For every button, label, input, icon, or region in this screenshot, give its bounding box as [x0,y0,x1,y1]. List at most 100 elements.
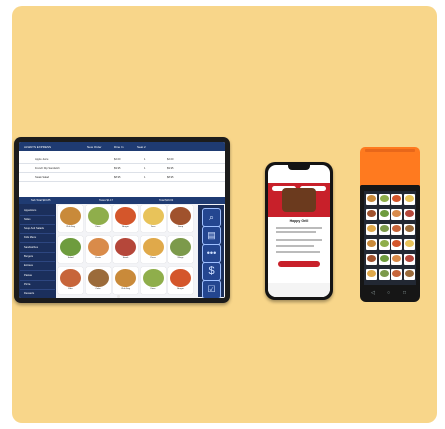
pos-menu-tile[interactable] [378,269,390,280]
category-label: Entrees [24,264,33,268]
receipt-icon[interactable]: ▤ [202,226,221,245]
dollar-icon[interactable]: $ [202,262,221,281]
pos-menu-tile[interactable] [378,224,390,235]
subtotal-label: Sub Total $16.85 [31,199,51,202]
item-total: $8.95 [167,175,174,179]
phone-screen: Happy Grill [268,165,330,297]
back-icon[interactable]: ◁ [371,290,375,296]
table-row[interactable]: Steak Salad $8.95 1 $8.95 [19,173,225,182]
pos-menu-tile[interactable] [403,269,415,280]
table-row[interactable]: Apple Juice $2.00 1 $2.00 [19,155,225,164]
pos-menu-tile[interactable] [378,239,390,250]
menu-item-card[interactable]: Pasta [85,236,111,263]
food-photo [87,238,109,256]
pos-menu-tile[interactable] [391,269,402,280]
item-qty: 1 [144,175,146,179]
category-label: Burgers [24,255,34,258]
new-order-tab[interactable]: New Order [87,145,102,149]
pos-menu-tile[interactable] [366,209,377,220]
pos-menu-tile[interactable] [403,239,415,250]
item-total: $2.00 [167,157,174,161]
item-qty: 1 [144,166,146,170]
category-label: Sandwiches [24,245,38,249]
pos-menu-tile[interactable] [391,224,402,235]
home-icon[interactable]: ○ [387,290,390,296]
menu-item-card[interactable]: Chili Dog [113,267,138,294]
pos-menu-tile[interactable] [403,209,415,220]
food-photo [367,195,376,202]
pos-nav-bar: ◁ ○ □ [360,287,420,299]
tablet-device: ALWAYS EXPRESS New Order Dine In Seat 2 … [14,137,230,303]
pos-menu-tile[interactable] [391,254,402,265]
food-photo [60,207,81,225]
category-label: Kids Menu [24,236,37,240]
pos-menu-tile[interactable] [391,239,402,250]
recents-icon[interactable]: □ [403,290,406,296]
menu-item-card[interactable]: Ribs [58,267,83,294]
menu-item-label: Steak [122,257,129,259]
tablet-camera [117,295,120,298]
pos-menu-tile[interactable] [378,254,390,265]
menu-item-card[interactable]: Wings [168,236,193,263]
food-photo [392,255,401,262]
menu-item-card[interactable]: Burger [168,267,193,294]
menu-item-card[interactable]: Taco [140,205,166,232]
food-photo [170,238,191,256]
pos-menu-tile[interactable] [378,209,390,220]
food-photo [379,270,389,277]
action-sidebar: ⌕ ▤ ••• $ ☑ [198,205,224,298]
order-table: Apple Juice $2.00 1 $2.00 French Dip San… [19,151,225,197]
food-photo [367,255,376,262]
phone-notch [288,165,310,170]
menu-item-card[interactable]: Soup [168,205,193,232]
info-line [276,239,322,241]
item-total: $9.95 [167,166,174,170]
more-icon[interactable]: ••• [202,244,221,263]
dine-in-tab[interactable]: Dine In [114,145,124,149]
food-photo [367,210,376,217]
menu-item-card[interactable]: Steak [113,236,138,263]
menu-item-card[interactable]: Salad [58,236,83,263]
menu-item-card[interactable]: Burger [113,205,138,232]
category-label: Sides [24,217,31,221]
menu-item-card[interactable]: Fries [85,205,111,232]
pos-menu-tile[interactable] [366,269,377,280]
item-name: Apple Juice [35,157,49,161]
pos-menu-tile[interactable] [378,194,390,205]
menu-item-card[interactable]: Chili Dog [58,205,83,232]
seat-tab[interactable]: Seat 2 [137,145,146,149]
food-photo [404,210,414,217]
pos-menu-tile[interactable] [366,224,377,235]
pos-menu-tile[interactable] [391,194,402,205]
restaurant-name: Happy Grill [289,219,309,223]
food-photo [404,270,414,277]
checklist-icon[interactable]: ☑ [202,280,221,298]
pos-screen [364,191,416,285]
food-photo [115,269,136,287]
menu-item-card[interactable]: Pizza [140,236,166,263]
order-now-button[interactable] [278,261,320,267]
food-photo [367,240,376,247]
pos-menu-tile[interactable] [391,209,402,220]
pos-menu-tile[interactable] [366,194,377,205]
tablet-brand: ALWAYS EXPRESS [24,144,51,149]
total-label: Total $19.02 [159,199,174,202]
food-photo [379,195,389,202]
category-item[interactable]: Desserts [20,289,55,298]
food-photo [142,269,164,287]
pos-menu-tile[interactable] [403,224,415,235]
menu-item-label: Cake [95,288,101,290]
pos-menu-tile[interactable] [403,254,415,265]
order-totals-bar: Sub Total $16.85 Taxes $1.17 Total $19.0… [19,197,225,204]
menu-item-card[interactable]: Cake [85,267,111,294]
pos-menu-tile[interactable] [366,239,377,250]
pos-menu-tile[interactable] [366,254,377,265]
category-label: Soup And Salads [24,227,44,231]
food-photo [404,240,414,247]
menu-item-card[interactable]: Fries [140,267,166,294]
tablet-header: ALWAYS EXPRESS New Order Dine In Seat 2 [19,142,225,151]
table-row[interactable]: French Dip Sandwich $9.95 1 $9.95 [19,164,225,173]
search-icon[interactable]: ⌕ [202,208,221,227]
category-label: Pastas [24,273,32,277]
pos-menu-tile[interactable] [403,194,415,205]
